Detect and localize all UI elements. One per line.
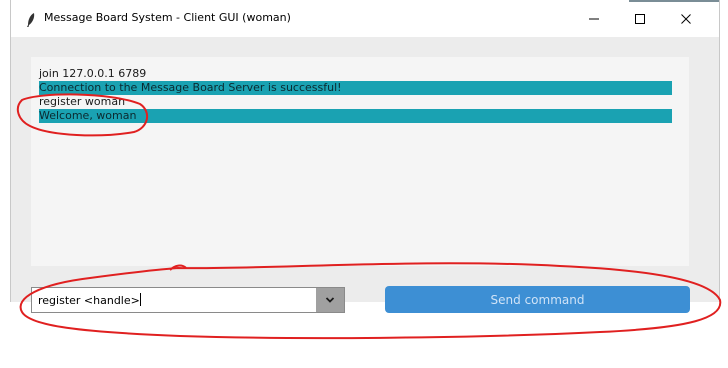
maximize-button[interactable] bbox=[617, 0, 663, 37]
minimize-icon bbox=[589, 18, 599, 19]
close-icon bbox=[681, 13, 691, 24]
log-line-highlighted: Welcome, woman bbox=[39, 109, 672, 123]
minimize-button[interactable] bbox=[571, 0, 617, 37]
app-window: Message Board System - Client GUI (woman… bbox=[10, 0, 720, 313]
command-combobox[interactable]: register <handle> bbox=[31, 287, 345, 313]
send-command-button[interactable]: Send command bbox=[385, 286, 690, 313]
chevron-down-icon bbox=[325, 297, 335, 303]
maximize-icon bbox=[635, 13, 645, 24]
message-log[interactable]: join 127.0.0.1 6789 Connection to the Me… bbox=[31, 57, 689, 266]
log-line: register woman bbox=[39, 95, 126, 108]
log-line-highlighted: Connection to the Message Board Server i… bbox=[39, 81, 672, 95]
feather-icon bbox=[27, 13, 35, 27]
command-input-text: register <handle> bbox=[38, 294, 140, 307]
command-input[interactable]: register <handle> bbox=[38, 293, 141, 307]
log-line: join 127.0.0.1 6789 bbox=[39, 67, 147, 80]
dropdown-arrow-button[interactable] bbox=[316, 288, 344, 312]
text-caret bbox=[139, 293, 141, 306]
close-button[interactable] bbox=[663, 0, 709, 37]
title-bar[interactable]: Message Board System - Client GUI (woman… bbox=[11, 0, 719, 37]
window-title: Message Board System - Client GUI (woman… bbox=[44, 11, 291, 24]
